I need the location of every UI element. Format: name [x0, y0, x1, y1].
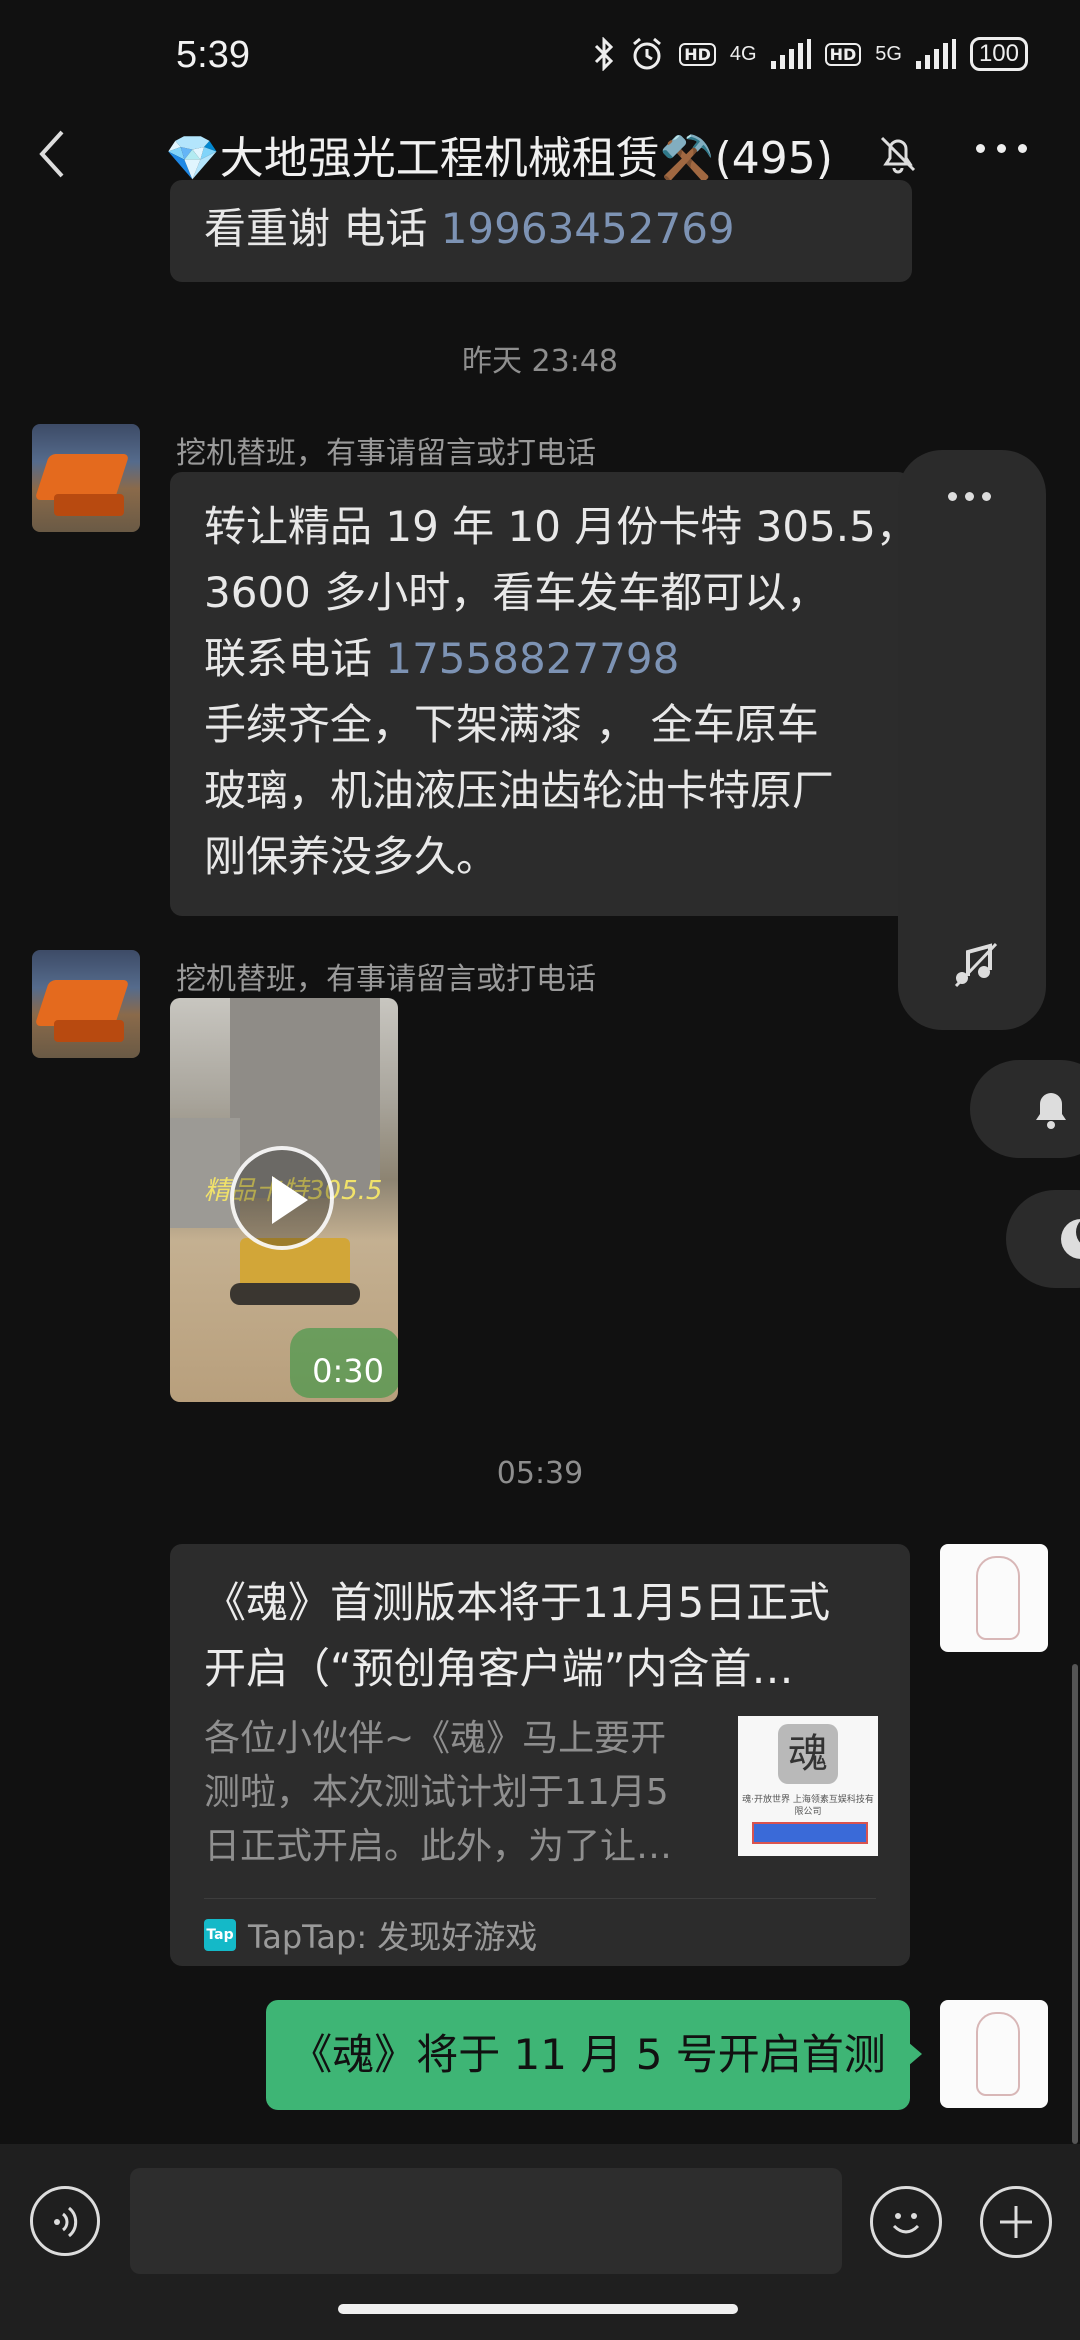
scrollbar[interactable] [1072, 1664, 1078, 2144]
voice-input-button[interactable] [30, 2186, 100, 2256]
hd-badge: HD [679, 42, 716, 66]
outgoing-message-bubble[interactable]: 《魂》将于 11 月 5 号开启首测 [266, 2000, 910, 2110]
signal-icon [770, 39, 811, 69]
avatar[interactable] [32, 950, 140, 1058]
bell-icon [1036, 1093, 1066, 1129]
card-desc-line: 各位小伙伴~《魂》马上要开 [204, 1718, 667, 1759]
more-dots-icon[interactable] [976, 144, 1027, 153]
emoji-button[interactable] [870, 2186, 942, 2258]
card-desc-line: 日正式开启。此外，为了让… [204, 1826, 673, 1867]
previous-message-bubble[interactable]: 看重谢 电话 19963452769 [170, 180, 912, 282]
moon-icon [1061, 1219, 1080, 1259]
hd-badge-2: HD [824, 42, 862, 66]
timestamp: 昨天 23:48 [462, 344, 618, 379]
card-source-label: TapTap: 发现好游戏 [248, 1918, 538, 1956]
card-divider [204, 1898, 876, 1899]
status-icons: HD 4G HD 5G 100 [593, 36, 1028, 72]
message-line: 3600 多小时，看车发车都可以， [204, 568, 829, 617]
taptap-logo-icon: Tap [204, 1919, 236, 1951]
link-card[interactable]: 《魂》首测版本将于11月5日正式 开启（“预创角客户端”内含首… 各位小伙伴~《… [170, 1544, 910, 1966]
previous-message-text: 看重谢 电话 [204, 204, 441, 253]
game-icon: 魂 [778, 1724, 838, 1784]
thumbnail-text: 魂·开放世界 上海领素互娱科技有限公司 [742, 1795, 874, 1817]
card-title-line: 《魂》首测版本将于11月5日正式 [204, 1578, 831, 1627]
card-source: Tap TapTap: 发现好游戏 [204, 1912, 537, 1958]
sim2-network: 5G [875, 42, 902, 65]
alarm-icon [633, 37, 662, 70]
bluetooth-icon [595, 37, 614, 71]
music-off-icon[interactable] [950, 940, 1000, 990]
message-line: 刚保养没多久。 [204, 832, 499, 881]
floating-bell-button[interactable] [970, 1060, 1080, 1158]
phone-link[interactable]: 17558827798 [385, 634, 679, 683]
message-line: 联系电话 [204, 634, 386, 683]
sender-name: 挖机替班，有事请留言或打电话 [176, 436, 596, 471]
timestamp: 05:39 [496, 1456, 584, 1491]
bubble-tail [908, 2042, 922, 2066]
status-time: 5:39 [176, 34, 250, 76]
card-title-line: 开启（“预创角客户端”内含首… [204, 1644, 794, 1693]
message-input[interactable] [130, 2168, 842, 2274]
sender-name: 挖机替班，有事请留言或打电话 [176, 962, 596, 997]
chat-title: 💎大地强光工程机械租赁⚒️(495) [165, 133, 833, 184]
battery-indicator: 100 [969, 37, 1028, 71]
add-button[interactable] [980, 2186, 1052, 2258]
emoji-icon [892, 2213, 920, 2234]
floating-window-panel[interactable] [898, 450, 1046, 1030]
message-bubble[interactable]: 转让精品 19 年 10 月份卡特 305.5， 3600 多小时，看车发车都可… [170, 472, 918, 916]
plus-icon [1000, 2206, 1032, 2238]
floating-moon-button[interactable] [1006, 1190, 1080, 1288]
home-indicator[interactable] [338, 2304, 738, 2314]
card-thumbnail: 魂 魂·开放世界 上海领素互娱科技有限公司 [738, 1716, 878, 1856]
avatar[interactable] [32, 424, 140, 532]
video-thumbnail-track [230, 1283, 360, 1305]
signal-icon-2 [915, 39, 956, 69]
message-line: 手续齐全，下架满漆 ， 全车原车 [204, 700, 819, 749]
card-desc-line: 测啦，本次测试计划于11月5 [204, 1772, 669, 1813]
thumbnail-button [752, 1822, 868, 1844]
video-duration: 0:30 [312, 1352, 384, 1390]
sim1-network: 4G [729, 42, 757, 65]
panel-more-icon[interactable] [948, 492, 991, 501]
play-icon[interactable] [230, 1146, 334, 1250]
back-arrow-icon[interactable] [34, 124, 74, 184]
voice-icon [54, 2206, 78, 2238]
message-line: 玻璃，机油液压油齿轮油卡特原厂 [204, 766, 835, 815]
self-avatar[interactable] [940, 1544, 1048, 1652]
video-message[interactable]: 精品卡特305.5 0:30 [170, 998, 398, 1402]
message-line: 转让精品 19 年 10 月份卡特 305.5， [204, 502, 918, 551]
self-avatar[interactable] [940, 2000, 1048, 2108]
previous-phone-link[interactable]: 19963452769 [441, 204, 735, 253]
bell-off-icon[interactable] [876, 132, 920, 176]
